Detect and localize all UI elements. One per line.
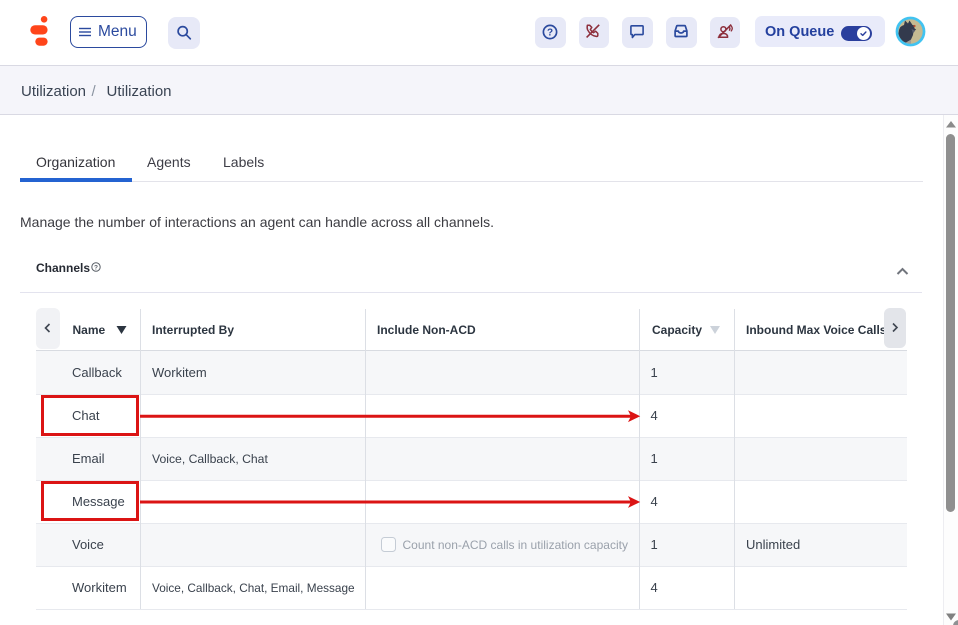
svg-text:?: ? (547, 28, 553, 39)
svg-text:?: ? (94, 265, 98, 272)
